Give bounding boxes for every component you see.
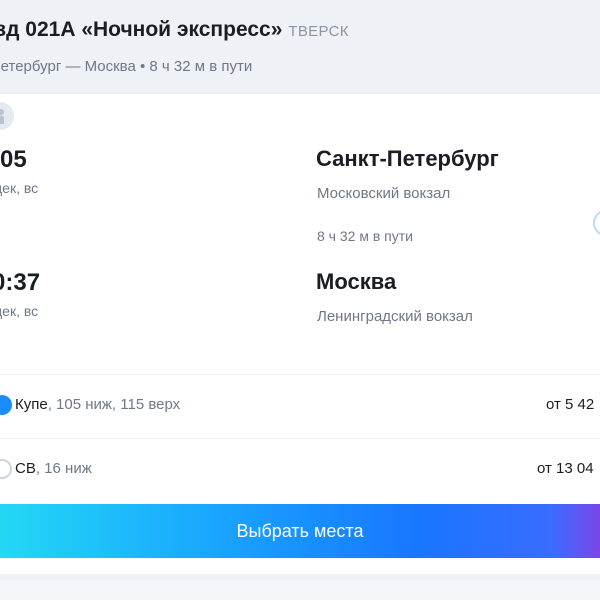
fare-option-kupe[interactable]: Купе, 105 ниж, 115 верх от 5 42 [0, 375, 600, 437]
arrival-date: дек, вс [0, 303, 39, 319]
arrival-time: 0:37 [0, 269, 41, 296]
select-seats-button[interactable]: Выбрать места [0, 504, 600, 558]
fare-label-kupe: Купе, 105 ниж, 115 верх [15, 396, 180, 413]
fare-detail: , 105 ниж, 115 верх [47, 396, 181, 413]
fare-price-kupe: от 5 42 [546, 396, 595, 413]
departure-city: Санкт-Петербург [316, 146, 499, 171]
trip-duration: 8 ч 32 м в пути [317, 228, 413, 244]
fare-radio-sv[interactable] [0, 459, 12, 479]
fare-detail: , 16 ниж [35, 460, 92, 477]
departure-station: Московский вокзал [317, 185, 451, 202]
route-summary: т-Петербург — Москва • 8 ч 32 м в пути [0, 58, 253, 75]
fare-label-sv: СВ, 16 ниж [15, 460, 92, 477]
trip-card: :05 дек, вс 0:37 дек, вс Санкт-Петербург… [0, 94, 600, 574]
train-title: езд 021А «Ночной экспресс» [0, 18, 283, 41]
brand-tag: ТВЕРСК [288, 23, 349, 40]
arrival-city: Москва [316, 269, 397, 294]
train-title-row: езд 021А «Ночной экспресс» ТВЕРСК [0, 18, 349, 42]
arrival-station: Ленинградский вокзал [317, 308, 473, 325]
route-info-icon[interactable] [593, 210, 600, 236]
fare-class: СВ [15, 460, 36, 477]
train-header: езд 021А «Ночной экспресс» ТВЕРСК т-Петер… [0, 0, 600, 94]
departure-time: :05 [0, 146, 27, 173]
fare-class: Купе [15, 396, 48, 413]
departure-date: дек, вс [0, 180, 39, 196]
fare-option-sv[interactable]: СВ, 16 ниж от 13 04 [0, 439, 600, 501]
fare-radio-kupe[interactable] [0, 395, 12, 415]
carrier-person-icon [0, 102, 14, 130]
fare-price-sv: от 13 04 [537, 460, 594, 477]
next-card-edge [0, 580, 600, 600]
